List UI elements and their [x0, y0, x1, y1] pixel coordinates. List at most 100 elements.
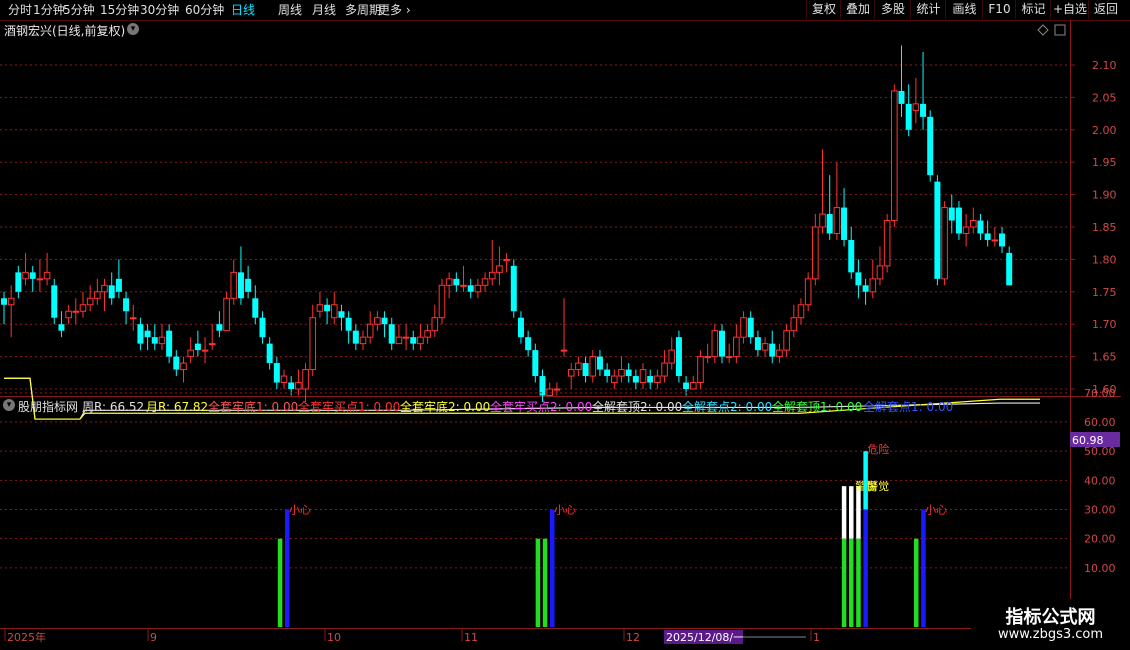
candle-body: [704, 356, 711, 359]
candle-body: [618, 369, 625, 377]
watermark-url: www.zbgs3.com: [997, 627, 1104, 642]
candle-body: [488, 271, 496, 280]
indicator-tick-label: 60.00: [1084, 416, 1116, 429]
indicator-value-4: 全套牢底2: 0.00: [400, 400, 491, 414]
candle-body: [883, 220, 891, 267]
signal-label-careful: 小心: [289, 504, 311, 517]
chevron-down-icon[interactable]: ▾: [127, 23, 139, 35]
timeframe-9[interactable]: 多周期: [345, 1, 381, 18]
indicator-value-3: 全套牢买点1: 0.00: [298, 400, 401, 414]
candle-body: [589, 356, 597, 377]
candle-body: [158, 336, 166, 345]
candle-body: [94, 291, 101, 299]
candle-body: [338, 311, 345, 318]
date-axis-label: 2025年: [7, 630, 46, 644]
toolbar-button-6[interactable]: 标记: [1015, 0, 1051, 19]
candle-body: [826, 214, 833, 234]
signal-bar-cyan: [863, 451, 868, 510]
candle-body: [747, 317, 754, 338]
timeframe-2[interactable]: 5分钟: [63, 1, 95, 18]
candle-body: [388, 324, 395, 344]
toolbar-button-8[interactable]: 返回: [1088, 0, 1123, 19]
candle-body: [51, 285, 58, 318]
candle-body: [474, 284, 482, 293]
price-chart[interactable]: 2.10 2.05 2.00 1.95 1.90 1.85 1.80 1.75 1.70 1.65…: [0, 0, 1130, 650]
timeframe-10[interactable]: 更多 ›: [378, 1, 411, 18]
timeframe-8[interactable]: 月线: [312, 1, 336, 18]
timeframe-0[interactable]: 分时: [8, 1, 32, 18]
candle-body: [359, 336, 367, 345]
toolbar-button-7[interactable]: +自选: [1050, 0, 1089, 19]
price-tick-label: 2.00: [1092, 124, 1117, 137]
candle-body: [510, 265, 517, 312]
candle-body: [410, 337, 417, 344]
panel-toggle-icon: [1054, 24, 1066, 36]
timeframe-3[interactable]: 15分钟: [100, 1, 139, 18]
candle-body: [151, 337, 158, 344]
candle-body: [596, 356, 603, 370]
watermark: 指标公式网 www.zbgs3.com: [971, 599, 1130, 650]
indicator-value-8: 全解套顶1: 0.00: [772, 400, 863, 414]
candle-body: [108, 285, 115, 299]
current-value-box: [1070, 432, 1120, 447]
candle-body: [43, 271, 51, 280]
indicator-header: 股朋指标网 周R: 66.52 月R: 67.82 全套牢底1: 0.00 全套牢买点1…: [0, 398, 1070, 414]
candle-body: [927, 116, 934, 176]
candle-body: [761, 343, 769, 351]
candle-body: [381, 317, 388, 325]
candle-body: [366, 323, 374, 338]
indicator-value-6: 全解套顶2: 0.00: [592, 400, 683, 414]
candle-body: [460, 284, 467, 287]
price-tick-label: 1.65: [1092, 351, 1117, 364]
candle-body: [194, 343, 201, 351]
indicator-tick-label: 20.00: [1084, 533, 1116, 546]
candle-body: [991, 239, 999, 242]
price-tick-label: 1.60: [1092, 383, 1117, 396]
candle-body: [438, 284, 446, 319]
candle-body: [115, 278, 122, 292]
candle-body: [166, 330, 173, 357]
signal-bar-green: [841, 538, 847, 627]
candle-body: [259, 317, 266, 338]
indicator-tick-label: 50.00: [1084, 445, 1116, 458]
date-axis-label: 11: [464, 631, 478, 644]
price-tick-label: 1.80: [1092, 253, 1117, 266]
candle-body: [611, 375, 618, 384]
price-tick-label: 1.70: [1092, 318, 1117, 331]
timeframe-6[interactable]: 日线: [231, 1, 255, 18]
price-tick-label: 2.10: [1092, 59, 1117, 72]
candle-body: [273, 363, 280, 383]
timeframe-1[interactable]: 1分钟: [33, 1, 65, 18]
timeframe-7[interactable]: 周线: [278, 1, 302, 18]
candle-body: [173, 356, 180, 370]
current-value-label: 60.98: [1072, 434, 1104, 447]
date-axis-label: 10: [327, 631, 341, 644]
signal-label-careful: 小心: [925, 504, 947, 517]
indicator-tick-label: 10.00: [1084, 562, 1116, 575]
toolbar-button-1[interactable]: 叠加: [840, 0, 875, 19]
candle-body: [345, 317, 352, 331]
candle-body: [467, 285, 474, 292]
candle-body: [862, 285, 869, 292]
indicator-tick-label: 70.00: [1084, 387, 1116, 400]
candle-body: [689, 382, 697, 390]
candle-body: [1, 298, 7, 305]
candle-body: [683, 382, 690, 389]
toolbar-button-3[interactable]: 统计: [910, 0, 946, 19]
timeframe-4[interactable]: 30分钟: [140, 1, 179, 18]
toolbar-button-4[interactable]: 画线: [945, 0, 983, 19]
candle-body: [804, 278, 812, 306]
candle-body: [955, 207, 962, 234]
candle-body: [252, 298, 259, 318]
price-tick-label: 1.90: [1092, 189, 1117, 202]
signal-bar-white: [841, 486, 847, 539]
toolbar-button-5[interactable]: F10: [982, 0, 1016, 19]
candle-body: [137, 324, 144, 344]
toolbar-button-2[interactable]: 多股: [874, 0, 911, 19]
toolbar-button-0[interactable]: 复权: [806, 0, 841, 19]
candle-body: [295, 382, 302, 390]
timeframe-5[interactable]: 60分钟: [185, 1, 224, 18]
candle-body: [639, 369, 647, 384]
candle-body: [898, 90, 905, 104]
candle-body: [582, 363, 589, 377]
